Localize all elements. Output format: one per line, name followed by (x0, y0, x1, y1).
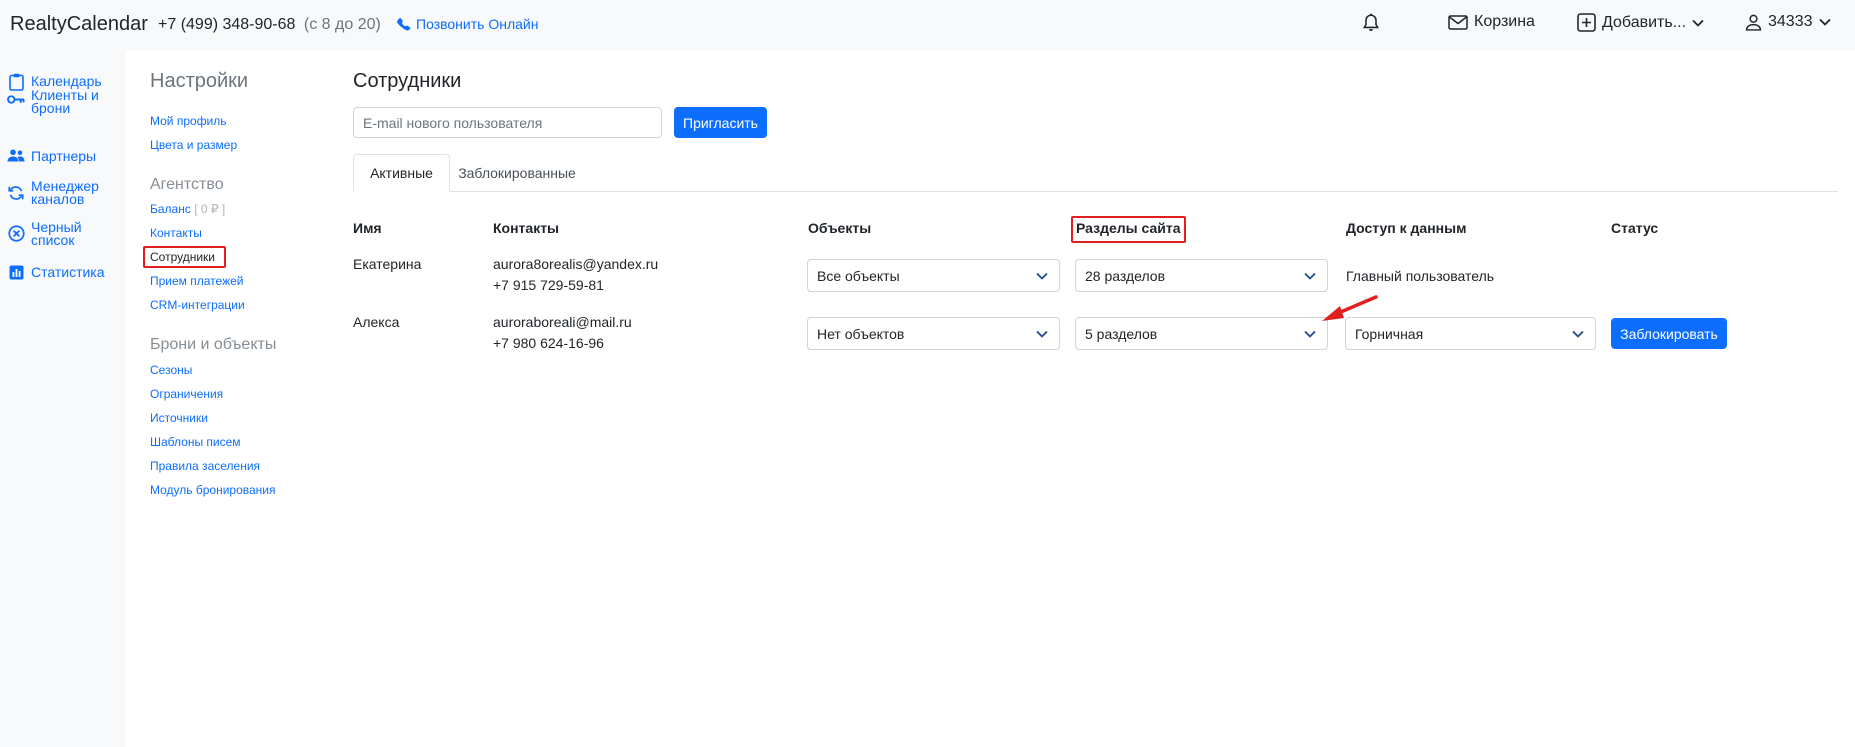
support-phone: +7 (499) 348-90-68 (с 8 до 20) (158, 16, 381, 34)
section-heading-bookings: Брони и объекты (150, 336, 277, 353)
row-2-data-access-select[interactable]: Горничная (1345, 317, 1596, 350)
user-id: 34333 (1768, 13, 1813, 30)
top-navbar: RealtyCalendar +7 (499) 348-90-68 (с 8 д… (0, 0, 1855, 51)
balance-value: [ 0 ₽ ] (194, 202, 226, 216)
settings-link-seasons[interactable]: Сезоны (150, 363, 192, 377)
sidebar-item-label: Клиенты и брони (31, 87, 99, 116)
sidebar-item-channel-manager[interactable]: Менеджер каналов (7, 178, 111, 207)
phone-icon (397, 17, 411, 30)
phone-hours: (с 8 до 20) (303, 16, 381, 33)
row-2-objects-select[interactable]: Нет объектов (807, 317, 1060, 350)
row-1-phone: +7 915 729-59-81 (493, 277, 604, 293)
settings-link-checkin-rules[interactable]: Правила заселения (150, 459, 260, 473)
sidebar-item-label: Менеджер каналов (31, 178, 99, 207)
row-2-phone: +7 980 624-16-96 (493, 335, 604, 351)
user-menu[interactable]: 34333 (1745, 13, 1831, 31)
settings-link-balance[interactable]: Баланс [ 0 ₽ ] (150, 202, 225, 216)
settings-link-crm[interactable]: CRM-интеграции (150, 298, 245, 312)
cart-button[interactable]: Корзина (1448, 13, 1535, 31)
tab-blocked[interactable]: Заблокированные (458, 154, 576, 192)
chevron-down-icon (1304, 330, 1316, 338)
plus-square-icon (1577, 13, 1596, 32)
row-2-name: Алекса (353, 314, 400, 330)
main-sidebar: Календарь Клиенты и брони Партнеры Менед… (0, 51, 126, 747)
key-icon (7, 94, 25, 105)
settings-title: Настройки (150, 70, 249, 92)
tab-active[interactable]: Активные (353, 154, 450, 192)
settings-link-email-templates[interactable]: Шаблоны писем (150, 435, 241, 449)
select-value: 28 разделов (1085, 267, 1166, 284)
row-1-data-access: Главный пользователь (1346, 268, 1495, 284)
sidebar-item-label: Партнеры (31, 148, 97, 164)
brand-logo[interactable]: RealtyCalendar (10, 13, 148, 36)
settings-link-sources[interactable]: Источники (150, 411, 208, 425)
settings-link-contacts[interactable]: Контакты (150, 226, 202, 240)
settings-link-booking-module[interactable]: Модуль бронирования (150, 483, 276, 497)
chevron-down-icon (1036, 330, 1048, 338)
column-header-contacts: Контакты (493, 220, 560, 236)
annotation-arrow-icon (1322, 295, 1378, 321)
phone-number: +7 (499) 348-90-68 (158, 16, 296, 33)
select-value: Нет объектов (817, 325, 905, 342)
settings-link-profile[interactable]: Мой профиль (150, 114, 227, 128)
section-heading-agency: Агентство (150, 176, 224, 193)
x-circle-icon (7, 225, 25, 242)
row-1-email: aurora8orealis@yandex.ru (493, 256, 659, 272)
settings-link-restrictions[interactable]: Ограничения (150, 387, 223, 401)
chevron-down-icon (1572, 330, 1584, 338)
row-1-sections-select[interactable]: 28 разделов (1075, 259, 1328, 292)
column-header-status: Статус (1611, 220, 1659, 236)
sidebar-item-partners[interactable]: Партнеры (7, 149, 96, 163)
sidebar-item-label: Статистика (31, 264, 105, 280)
select-value: Горничная (1355, 325, 1424, 342)
sidebar-item-label: Черный список (31, 219, 82, 248)
chevron-down-icon (1036, 272, 1048, 280)
cart-label: Корзина (1474, 13, 1535, 30)
person-icon (1745, 14, 1762, 31)
tabs-divider (353, 191, 1838, 192)
annotation-highlight-box (143, 246, 226, 268)
bar-chart-icon (7, 265, 25, 280)
sidebar-item-blacklist[interactable]: Черный список (7, 219, 91, 248)
notifications-button[interactable] (1362, 13, 1380, 33)
bell-icon (1363, 13, 1379, 31)
chevron-down-icon (1818, 18, 1831, 26)
row-1-objects-select[interactable]: Все объекты (807, 259, 1060, 292)
column-header-data-access: Доступ к данным (1346, 220, 1467, 236)
row-1-name: Екатерина (353, 256, 422, 272)
call-online-label: Позвонить Онлайн (416, 16, 539, 32)
select-value: Все объекты (817, 267, 900, 284)
call-online-link[interactable]: Позвонить Онлайн (396, 16, 538, 32)
row-2-sections-select[interactable]: 5 разделов (1075, 317, 1328, 350)
sidebar-item-clients[interactable]: Клиенты и брони (7, 87, 109, 116)
settings-menu: Настройки Мой профиль Цвета и размер Аге… (143, 70, 320, 497)
select-value: 5 разделов (1085, 325, 1158, 342)
chevron-down-icon (1692, 19, 1704, 27)
column-header-name: Имя (353, 220, 382, 236)
annotation-highlight-box (1071, 216, 1186, 243)
page-title: Сотрудники (353, 70, 462, 92)
row-2-email: auroraboreali@mail.ru (493, 314, 632, 330)
people-icon (7, 149, 25, 162)
invite-email-input[interactable] (353, 107, 662, 138)
sync-icon (7, 185, 25, 201)
balance-label: Баланс (150, 202, 191, 216)
block-user-button[interactable]: Заблокировать (1611, 318, 1727, 349)
envelope-icon (1448, 14, 1468, 30)
column-header-objects: Объекты (808, 220, 872, 236)
sidebar-item-statistics[interactable]: Статистика (7, 265, 105, 280)
settings-link-payments[interactable]: Прием платежей (150, 274, 243, 288)
add-dropdown[interactable]: Добавить... (1577, 13, 1704, 32)
add-label: Добавить... (1602, 13, 1687, 31)
invite-button[interactable]: Пригласить (674, 107, 767, 138)
settings-link-colors[interactable]: Цвета и размер (150, 138, 237, 152)
chevron-down-icon (1304, 272, 1316, 280)
